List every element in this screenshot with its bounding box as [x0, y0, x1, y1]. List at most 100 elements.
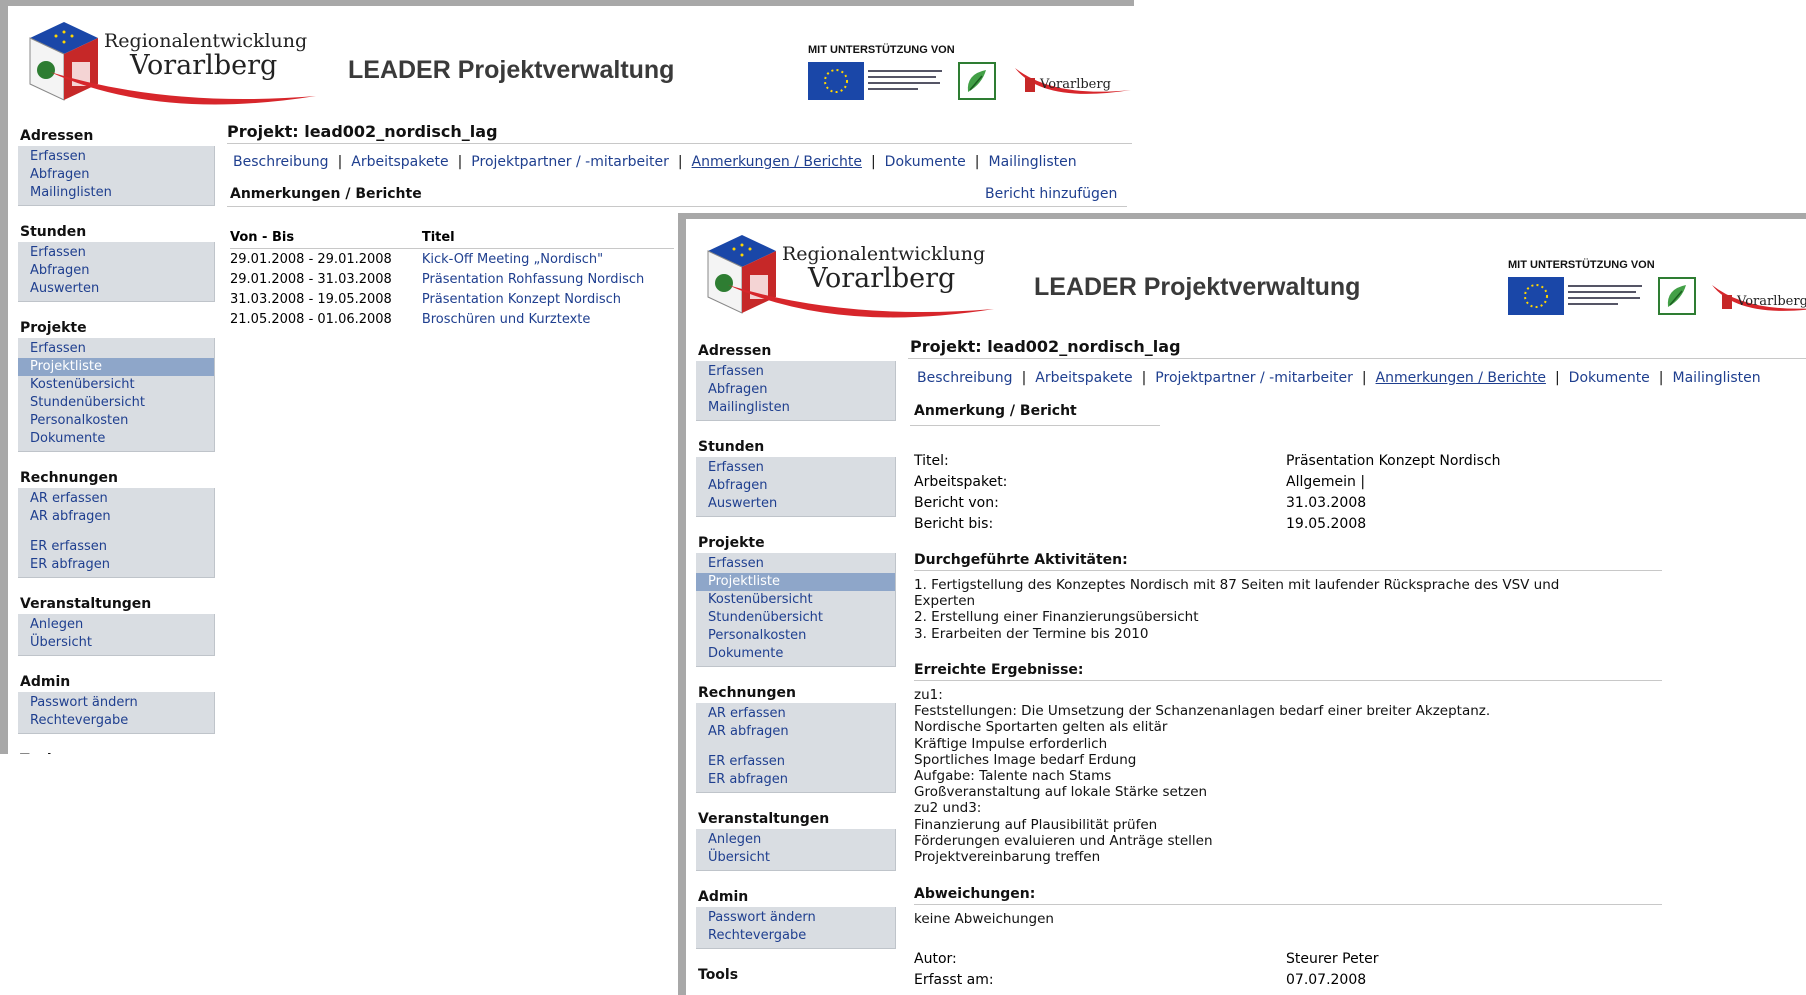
- tab-beschreibung[interactable]: Beschreibung: [233, 154, 329, 170]
- nav-admin-passwort[interactable]: Passwort ändern: [18, 694, 214, 712]
- add-report-link[interactable]: Bericht hinzufügen: [985, 186, 1117, 202]
- row-title-link[interactable]: Kick-Off Meeting „Nordisch": [422, 249, 674, 270]
- tab-arbeitspakete[interactable]: Arbeitspakete: [1035, 370, 1132, 386]
- nav-rechnungen-er-abfragen[interactable]: ER abfragen: [18, 556, 214, 574]
- nav-projekte-dokumente[interactable]: Dokumente: [696, 645, 895, 663]
- row-title-link[interactable]: Broschüren und Kurztexte: [422, 309, 674, 329]
- tab-mailinglisten[interactable]: Mailinglisten: [989, 154, 1077, 170]
- nav-section-adressen: Adressen: [698, 343, 772, 359]
- nav-section-stunden: Stunden: [698, 439, 765, 455]
- nav-adressen-abfragen[interactable]: Abfragen: [18, 166, 214, 184]
- nav-section-veranstaltungen: Veranstaltungen: [20, 596, 152, 612]
- field-value: 31.03.2008: [1286, 495, 1367, 511]
- nav-veranstaltungen-anlegen[interactable]: Anlegen: [18, 616, 214, 634]
- nav-projekte-erfassen[interactable]: Erfassen: [18, 340, 214, 358]
- sidebar: Adressen Erfassen Abfragen Mailinglisten…: [696, 343, 896, 985]
- logo-swoosh-icon: [50, 72, 316, 105]
- eu-flag-icon: [1508, 277, 1564, 315]
- sidebar: Adressen Erfassen Abfragen Mailinglisten…: [18, 128, 215, 754]
- nav-section-veranstaltungen: Veranstaltungen: [698, 811, 830, 827]
- row-range: 31.03.2008 - 19.05.2008: [230, 291, 392, 307]
- nav-adressen-abfragen[interactable]: Abfragen: [696, 381, 895, 399]
- nav-stunden-auswerten[interactable]: Auswerten: [18, 280, 214, 298]
- tab-beschreibung[interactable]: Beschreibung: [917, 370, 1013, 386]
- section-title: Anmerkung / Bericht: [914, 403, 1077, 419]
- col-von-bis: Von - Bis: [230, 228, 422, 249]
- partner-label: Vorarlberg: [1736, 294, 1806, 309]
- nav-projekte-projektliste[interactable]: Projektliste: [18, 358, 214, 376]
- nav-rechnungen-er-abfragen[interactable]: ER abfragen: [696, 771, 895, 789]
- col-titel: Titel: [421, 228, 675, 249]
- nav-admin-rechtevergabe[interactable]: Rechtevergabe: [696, 927, 895, 945]
- tab-dokumente[interactable]: Dokumente: [1569, 370, 1650, 386]
- field-label: Autor:: [914, 951, 957, 967]
- nav-adressen-erfassen[interactable]: Erfassen: [18, 148, 214, 166]
- nav-projekte-kostenuebersicht[interactable]: Kostenübersicht: [18, 376, 214, 394]
- nav-veranstaltungen-uebersicht[interactable]: Übersicht: [696, 849, 895, 867]
- header: Regionalentwicklung Vorarlberg LEADER Pr…: [686, 219, 1806, 331]
- nav-stunden-erfassen[interactable]: Erfassen: [18, 244, 214, 262]
- tab-projektpartner[interactable]: Projektpartner / -mitarbeiter: [1155, 370, 1353, 386]
- partner-label: Vorarlberg: [1039, 77, 1111, 92]
- nav-rechnungen-ar-erfassen[interactable]: AR erfassen: [18, 490, 214, 508]
- nav-projekte-personalkosten[interactable]: Personalkosten: [18, 412, 214, 430]
- project-tabs: Beschreibung | Arbeitspakete | Projektpartne…: [917, 370, 1761, 386]
- nav-projekte-erfassen[interactable]: Erfassen: [696, 555, 895, 573]
- nav-rechnungen-er-erfassen[interactable]: ER erfassen: [18, 538, 214, 556]
- nav-rechnungen-er-erfassen[interactable]: ER erfassen: [696, 753, 895, 771]
- nav-adressen-erfassen[interactable]: Erfassen: [696, 363, 895, 381]
- field-label: Bericht von:: [914, 495, 999, 511]
- nav-section-adressen: Adressen: [20, 128, 94, 144]
- support-label: MIT UNTERSTÜTZUNG VON: [1508, 259, 1655, 271]
- nav-section-projekte: Projekte: [20, 320, 87, 336]
- deviations-text: keine Abweichungen: [914, 911, 1054, 927]
- field-value: 07.07.2008: [1286, 972, 1367, 988]
- field-value: Steurer Peter: [1286, 951, 1379, 967]
- nav-rechnungen-ar-abfragen[interactable]: AR abfragen: [696, 723, 895, 741]
- tab-mailinglisten[interactable]: Mailinglisten: [1673, 370, 1761, 386]
- nav-stunden-auswerten[interactable]: Auswerten: [696, 495, 895, 513]
- nav-adressen-mailinglisten[interactable]: Mailinglisten: [696, 399, 895, 417]
- nav-section-tools: Tools: [698, 967, 739, 983]
- field-label: Bericht bis:: [914, 516, 994, 532]
- nav-projekte-personalkosten[interactable]: Personalkosten: [696, 627, 895, 645]
- nav-section-admin: Admin: [698, 889, 749, 905]
- nav-rechnungen-ar-abfragen[interactable]: AR abfragen: [18, 508, 214, 526]
- tab-anmerkungen-berichte[interactable]: Anmerkungen / Berichte: [692, 154, 862, 170]
- reports-table: Von - Bis Titel 29.01.2008 - 29.01.2008 …: [230, 228, 675, 329]
- row-title-link[interactable]: Präsentation Konzept Nordisch: [422, 289, 674, 309]
- nav-rechnungen-ar-erfassen[interactable]: AR erfassen: [696, 705, 895, 723]
- row-title-link[interactable]: Präsentation Rohfassung Nordisch: [422, 269, 674, 289]
- nav-veranstaltungen-anlegen[interactable]: Anlegen: [696, 831, 895, 849]
- logo-line1: Regionalentwicklung: [782, 243, 986, 265]
- nav-stunden-abfragen[interactable]: Abfragen: [18, 262, 214, 280]
- nav-projekte-stundenuebersicht[interactable]: Stundenübersicht: [18, 394, 214, 412]
- nav-veranstaltungen-uebersicht[interactable]: Übersicht: [18, 634, 214, 652]
- field-label: Erfasst am:: [914, 972, 994, 988]
- nav-section-tools: Tools: [20, 752, 215, 754]
- nav-projekte-kostenuebersicht[interactable]: Kostenübersicht: [696, 591, 895, 609]
- tab-projektpartner[interactable]: Projektpartner / -mitarbeiter: [471, 154, 669, 170]
- nav-adressen-mailinglisten[interactable]: Mailinglisten: [18, 184, 214, 202]
- nav-stunden-abfragen[interactable]: Abfragen: [696, 477, 895, 495]
- activities-title: Durchgeführte Aktivitäten:: [914, 552, 1662, 571]
- results-text: zu1: Feststellungen: Die Umsetzung der S…: [914, 687, 1491, 866]
- table-row: 31.03.2008 - 19.05.2008 Präsentation Kon…: [230, 289, 674, 309]
- nav-section-rechnungen: Rechnungen: [698, 685, 796, 701]
- support-label: MIT UNTERSTÜTZUNG VON: [808, 44, 955, 56]
- nav-admin-passwort[interactable]: Passwort ändern: [696, 909, 895, 927]
- row-range: 29.01.2008 - 31.03.2008: [230, 271, 392, 287]
- nav-projekte-projektliste[interactable]: Projektliste: [696, 573, 895, 591]
- tab-anmerkungen-berichte[interactable]: Anmerkungen / Berichte: [1376, 370, 1546, 386]
- field-label: Titel:: [914, 453, 949, 469]
- field-value: Präsentation Konzept Nordisch: [1286, 453, 1501, 469]
- tab-arbeitspakete[interactable]: Arbeitspakete: [351, 154, 448, 170]
- nav-admin-rechtevergabe[interactable]: Rechtevergabe: [18, 712, 214, 730]
- field-label: Arbeitspaket:: [914, 474, 1008, 490]
- leader-logo-icon: [1658, 277, 1696, 315]
- nav-stunden-erfassen[interactable]: Erfassen: [696, 459, 895, 477]
- vorarlberg-logo-icon: Vorarlberg: [1710, 281, 1806, 321]
- tab-dokumente[interactable]: Dokumente: [885, 154, 966, 170]
- nav-projekte-dokumente[interactable]: Dokumente: [18, 430, 214, 448]
- nav-projekte-stundenuebersicht[interactable]: Stundenübersicht: [696, 609, 895, 627]
